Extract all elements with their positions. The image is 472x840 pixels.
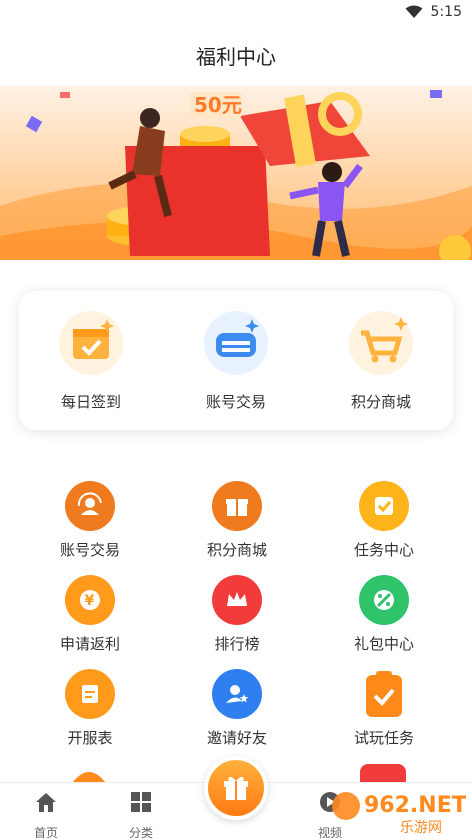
grid-gift-center[interactable]: 礼包中心 [324, 575, 444, 654]
grid-label: 礼包中心 [353, 635, 414, 653]
server-list-icon [65, 669, 115, 719]
quick-points-mall[interactable]: 积分商城 [321, 311, 441, 412]
yen-coin-icon: ¥ [65, 575, 115, 625]
watermark-text: 962.NET [364, 793, 466, 818]
banner-amount: 50元 [194, 93, 242, 117]
banner-art: 50元 [0, 90, 472, 260]
grid-label: 积分商城 [206, 541, 267, 559]
grid-server-list[interactable]: 开服表 [30, 669, 150, 748]
calendar-check-icon [59, 311, 123, 375]
grid-label: 试玩任务 [353, 729, 414, 747]
tab-home[interactable]: 首页 [11, 789, 81, 840]
quick-daily-signin[interactable]: 每日签到 [31, 311, 151, 412]
gift-pack-icon [359, 575, 409, 625]
grid-label: 申请返利 [59, 635, 120, 653]
trial-task-icon [359, 669, 409, 719]
tab-label: 分类 [128, 826, 153, 840]
grid-trial-task[interactable]: 试玩任务 [324, 669, 444, 748]
grid-ranking[interactable]: 排行榜 [177, 575, 297, 654]
page-title: 福利中心 [196, 45, 276, 69]
wifi-icon [405, 5, 423, 18]
quick-label: 账号交易 [205, 393, 266, 411]
grid-rebate[interactable]: ¥ 申请返利 [30, 575, 150, 654]
category-grid-icon [131, 792, 151, 812]
account-exchange-icon [65, 481, 115, 531]
banner-illustration[interactable]: 50元 [0, 86, 472, 260]
watermark-subtext: 乐游网 [400, 820, 442, 836]
gift-icon [224, 776, 248, 800]
tab-label: 首页 [33, 826, 58, 840]
grid-label: 账号交易 [59, 541, 120, 559]
quick-actions-card: 每日签到 账号交易 积分商城 [19, 291, 453, 430]
quick-label: 积分商城 [350, 393, 411, 411]
status-bar: 5:15 [0, 0, 472, 26]
grid-label: 邀请好友 [206, 729, 267, 747]
status-time: 5:15 [430, 4, 462, 20]
account-trade-icon [204, 311, 268, 375]
quick-account-trade[interactable]: 账号交易 [176, 311, 296, 412]
task-check-icon [359, 481, 409, 531]
shopping-cart-icon [349, 311, 413, 375]
grid-task-center[interactable]: 任务中心 [324, 481, 444, 560]
grid-invite-friends[interactable]: 邀请好友 [177, 669, 297, 748]
site-watermark: 962.NET 乐游网 [330, 782, 467, 838]
tab-category[interactable]: 分类 [106, 789, 176, 840]
invite-friend-icon [212, 669, 262, 719]
grid-label: 任务中心 [353, 541, 414, 559]
gift-box-icon [212, 481, 262, 531]
quick-label: 每日签到 [60, 393, 121, 411]
grid-account-trade[interactable]: 账号交易 [30, 481, 150, 560]
grid-label: 排行榜 [214, 635, 260, 653]
crown-icon [212, 575, 262, 625]
home-icon [36, 793, 56, 812]
svg-text:¥: ¥ [85, 593, 95, 609]
grid-label: 开服表 [67, 729, 113, 747]
grid-points-mall[interactable]: 积分商城 [177, 481, 297, 560]
center-gift-button[interactable] [204, 756, 268, 820]
status-right: 5:15 [405, 4, 462, 20]
